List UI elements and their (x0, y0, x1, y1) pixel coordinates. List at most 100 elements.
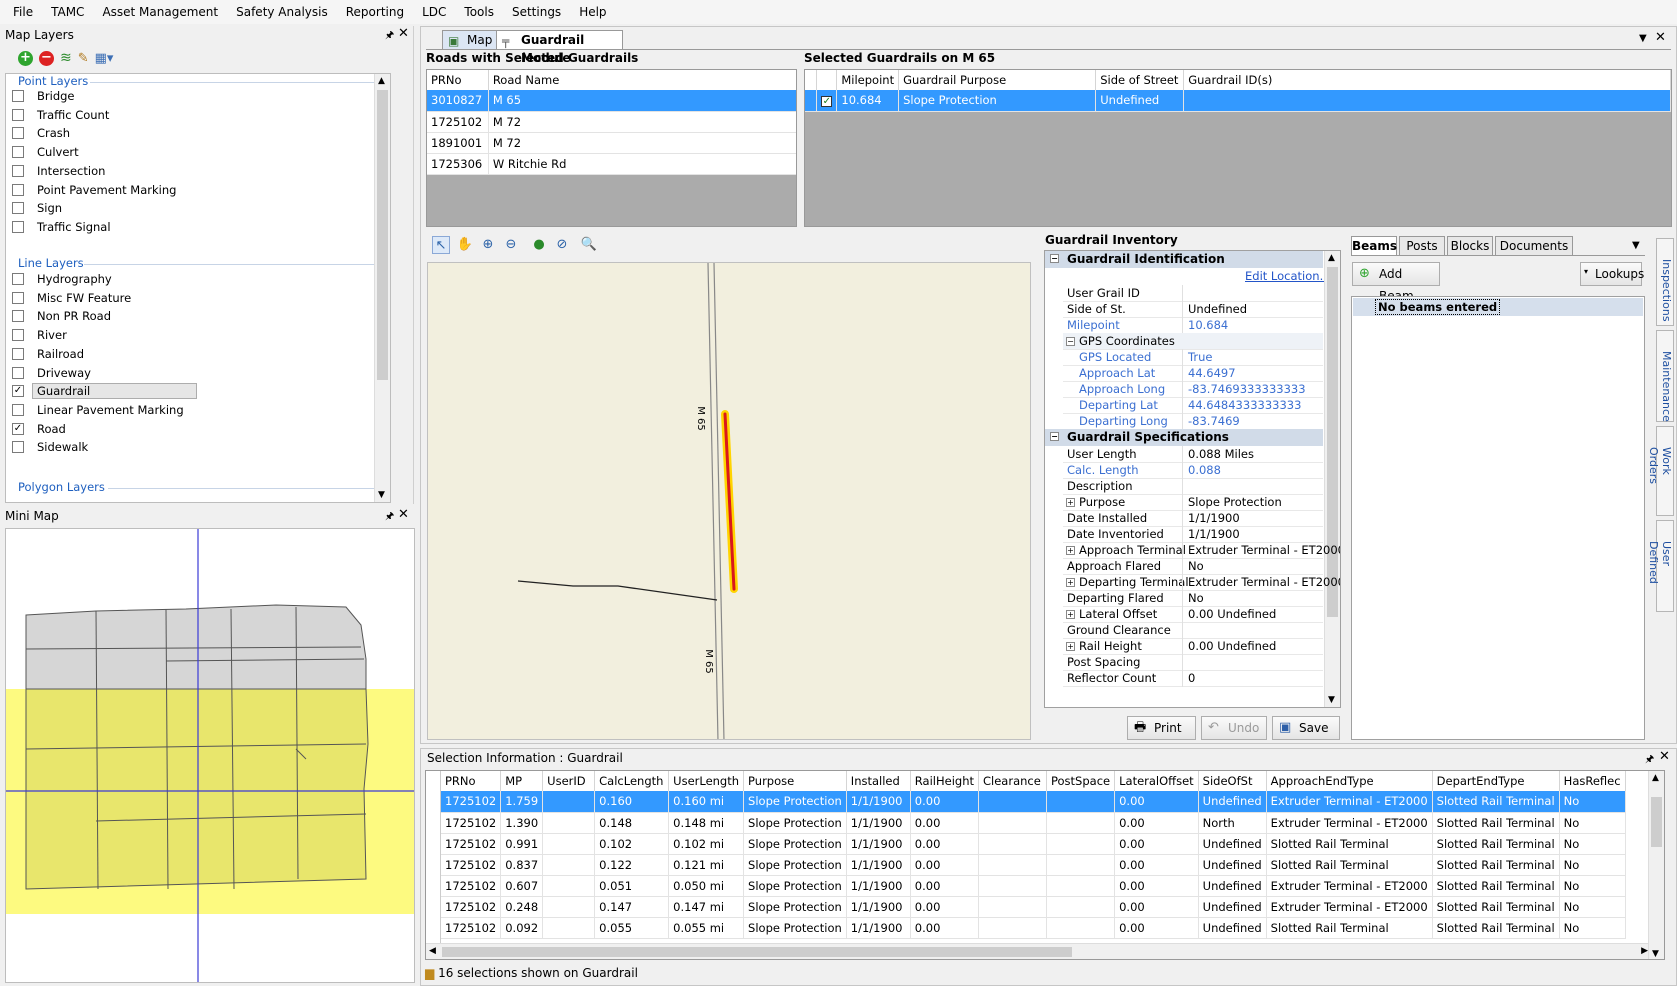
property-row-purpose[interactable]: + Purpose Slope Protection (1063, 494, 1323, 511)
column-header[interactable]: CalcLength (594, 771, 670, 791)
layer-row-intersection[interactable]: Intersection (12, 162, 105, 180)
column-header[interactable]: SideOfSt (1198, 771, 1267, 791)
column-header[interactable]: UserID (542, 771, 596, 791)
property-row-gps-coordinates[interactable]: − GPS Coordinates (1063, 333, 1323, 350)
table-row[interactable]: 1725102 M 72 (427, 111, 796, 133)
layer-checkbox[interactable] (12, 146, 24, 159)
column-header[interactable]: ApproachEndType (1266, 771, 1433, 791)
row-checkbox-cell[interactable]: ✓ (816, 90, 838, 112)
menu-file[interactable]: File (4, 0, 42, 24)
layer-row-sign[interactable]: Sign (12, 199, 62, 217)
column-header[interactable]: DepartEndType (1432, 771, 1560, 791)
add-beam-button[interactable]: ⊕Add Beam (1352, 262, 1440, 303)
property-row-departing-terminal[interactable]: + Departing Terminal Extruder Terminal - E… (1063, 574, 1340, 591)
layer-checkbox[interactable] (12, 291, 24, 304)
menu-reporting[interactable]: Reporting (337, 0, 413, 24)
save-button[interactable]: ▣ Save (1272, 716, 1340, 740)
layer-checkbox[interactable] (12, 108, 24, 121)
menu-tamc[interactable]: TAMC (42, 0, 93, 24)
property-row-description[interactable]: Description (1063, 478, 1323, 495)
layer-row-non-pr-road[interactable]: Non PR Road (12, 307, 111, 325)
table-row[interactable]: 1725102 0.991 0.102 0.102 mi Slope Protectio… (441, 833, 1626, 855)
layer-row-guardrail[interactable]: ✓ Guardrail (12, 382, 197, 400)
column-header[interactable]: Road Name (488, 70, 796, 90)
expand-icon[interactable]: + (1066, 546, 1075, 555)
expand-icon[interactable]: + (1066, 498, 1075, 507)
layer-checkbox[interactable] (12, 90, 24, 102)
layer-row-culvert[interactable]: Culvert (12, 143, 79, 161)
edit-location-link[interactable]: Edit Location... (1245, 269, 1331, 283)
column-header[interactable]: PostSpace (1046, 771, 1116, 791)
table-row[interactable]: 1725102 1.759 0.160 0.160 mi Slope Protectio… (441, 791, 1626, 813)
property-row-departing-long[interactable]: Departing Long -83.7469 (1063, 413, 1323, 430)
layer-row-river[interactable]: River (12, 326, 67, 344)
property-row-user-length[interactable]: User Length 0.088 Miles (1063, 446, 1323, 463)
expand-icon[interactable]: + (1066, 578, 1075, 587)
add-layer-icon[interactable]: + (18, 50, 33, 66)
close-icon[interactable]: ✕ (398, 507, 409, 522)
detail-tabs-dropdown-icon[interactable]: ▼ (1632, 240, 1640, 251)
layer-properties-icon[interactable]: ✎ (78, 51, 89, 66)
tab-beams[interactable]: Beams (1351, 236, 1397, 256)
column-header[interactable]: Milepoint (836, 70, 900, 90)
property-row-calc-length[interactable]: Calc. Length 0.088 (1063, 462, 1323, 479)
pin-icon[interactable]: 🖈 (385, 28, 394, 45)
layer-row-traffic-count[interactable]: Traffic Count (12, 106, 109, 124)
menu-ldc[interactable]: LDC (413, 0, 455, 24)
section-guardrail-specifications[interactable]: − Guardrail Specifications (1045, 429, 1323, 446)
close-icon[interactable]: ✕ (398, 26, 409, 41)
menu-help[interactable]: Help (570, 0, 615, 24)
tab-guardrail-module[interactable]: ╤ Guardrail Module (496, 30, 623, 65)
tab-blocks[interactable]: Blocks (1447, 236, 1493, 256)
section-guardrail-identification[interactable]: − Guardrail Identification (1045, 251, 1323, 268)
expand-icon[interactable]: + (1066, 642, 1075, 651)
grid-view-icon[interactable]: ▦▾ (95, 51, 114, 66)
expand-icon[interactable]: + (1066, 610, 1075, 619)
column-header[interactable]: Purpose (743, 771, 847, 791)
column-header[interactable]: Installed (846, 771, 911, 791)
layer-checkbox[interactable]: ✓ (12, 422, 24, 435)
side-tab-user-defined[interactable]: User Defined (1647, 520, 1674, 612)
lookups-button[interactable]: ▾ Lookups (1580, 262, 1644, 286)
layer-checkbox[interactable] (12, 403, 24, 416)
table-row[interactable]: ✓ 10.684 Slope Protection Undefined (805, 90, 1671, 112)
column-header[interactable]: MP (500, 771, 544, 791)
zoom-previous-icon[interactable]: ⊘ (553, 236, 571, 254)
layer-row-bridge[interactable]: Bridge (12, 87, 75, 105)
table-row[interactable]: 1725102 0.248 0.147 0.147 mi Slope Protectio… (441, 896, 1626, 918)
property-row-reflector-count[interactable]: Reflector Count 0 (1063, 670, 1323, 687)
layer-row-road[interactable]: ✓ Road (12, 420, 66, 438)
layer-checkbox[interactable] (12, 220, 24, 233)
column-header[interactable]: HasReflec (1559, 771, 1626, 791)
tab-documents[interactable]: Documents (1495, 236, 1573, 256)
layer-checkbox[interactable]: ✓ (12, 385, 24, 398)
layer-checkbox[interactable] (12, 310, 24, 323)
property-row-approach-flared[interactable]: Approach Flared No (1063, 558, 1323, 575)
layer-checkbox[interactable] (12, 127, 24, 140)
column-header[interactable]: RailHeight (910, 771, 980, 791)
identify-icon[interactable]: 🔍 (580, 236, 598, 254)
selection-hscrollbar[interactable]: ◀ ▶ (426, 943, 1651, 959)
layer-checkbox[interactable] (12, 347, 24, 360)
property-row-approach-long[interactable]: Approach Long -83.7469333333333 (1063, 381, 1323, 398)
layer-checkbox[interactable] (12, 164, 24, 177)
zoom-out-icon[interactable]: ⊖ (502, 236, 520, 254)
property-row-rail-height[interactable]: + Rail Height 0.00 Undefined (1063, 638, 1323, 655)
layers-stack-icon[interactable]: ≋ (60, 50, 72, 66)
full-extent-icon[interactable]: ● (530, 236, 548, 254)
menu-tools[interactable]: Tools (455, 0, 503, 24)
map-canvas[interactable]: M 65 M 65 (427, 262, 1031, 740)
layer-row-driveway[interactable]: Driveway (12, 364, 91, 382)
column-header[interactable]: PRNo (427, 70, 489, 90)
property-row-post-spacing[interactable]: Post Spacing (1063, 654, 1323, 671)
collapse-icon[interactable]: − (1066, 337, 1075, 346)
side-tab-inspections[interactable]: Inspections (1656, 238, 1674, 326)
table-row[interactable]: 1725102 1.390 0.148 0.148 mi Slope Protectio… (441, 812, 1626, 834)
row-header[interactable] (805, 90, 818, 112)
row-checkbox[interactable]: ✓ (821, 96, 833, 108)
menu-safety-analysis[interactable]: Safety Analysis (227, 0, 337, 24)
layer-row-traffic-signal[interactable]: Traffic Signal (12, 218, 111, 236)
layer-row-hydrography[interactable]: Hydrography (12, 270, 112, 288)
column-header[interactable]: PRNo (441, 771, 502, 791)
layer-checkbox[interactable] (12, 273, 24, 285)
